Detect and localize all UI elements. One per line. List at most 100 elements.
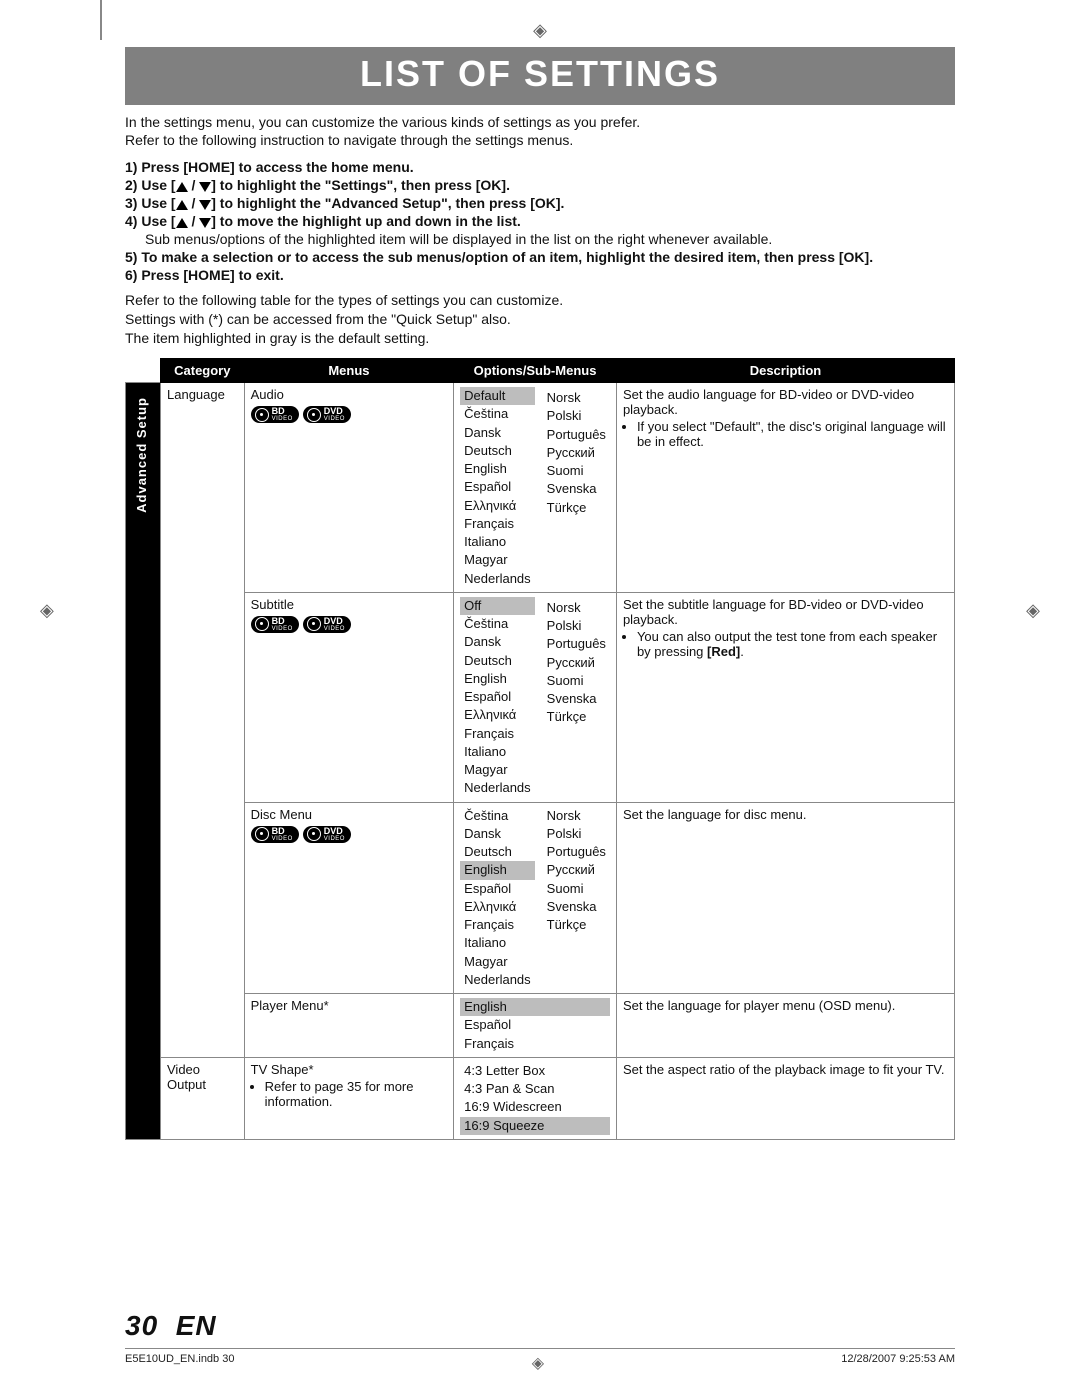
disc-badges: BDVIDEO DVDVIDEO [251,616,448,633]
footer-timestamp: 12/28/2007 9:25:53 AM [841,1353,955,1373]
option-item: Norsk [543,599,610,617]
option-item: Русский [543,444,610,462]
dvd-video-badge: DVDVIDEO [303,616,351,633]
page-number: 30 EN [125,1310,955,1342]
cell-menu: Disc Menu BDVIDEO DVDVIDEO [244,802,454,994]
option-item: 16:9 Squeeze [460,1117,610,1135]
option-item: Deutsch [460,652,535,670]
option-item: Nederlands [460,570,535,588]
option-item: Suomi [543,462,610,480]
option-item: Polski [543,407,610,425]
after-steps: Refer to the following table for the typ… [125,291,955,348]
footer-file: E5E10UD_EN.indb 30 [125,1353,234,1373]
page-title: LIST OF SETTINGS [125,47,955,105]
option-item: Svenska [543,690,610,708]
registration-mark-top: ◈ [0,20,1080,41]
option-item: Čeština [460,807,535,825]
cell-options: 4:3 Letter Box4:3 Pan & Scan16:9 Widescr… [454,1057,617,1139]
option-item: English [460,460,535,478]
registration-mark-right: ◈ [1026,600,1040,621]
option-item: 16:9 Widescreen [460,1098,610,1116]
option-item: Français [460,725,535,743]
cell-menu: Subtitle BDVIDEO DVDVIDEO [244,592,454,802]
cell-options: EnglishEspañolFrançais [454,994,617,1058]
cell-description: Set the language for disc menu. [616,802,954,994]
option-item: Türkçe [543,708,610,726]
option-item: Deutsch [460,843,535,861]
step-4: 4) Use [ / ] to move the highlight up an… [125,213,955,229]
option-item: Dansk [460,424,535,442]
table-row: Player Menu* EnglishEspañolFrançais Set … [126,994,955,1058]
page-footer: 30 EN E5E10UD_EN.indb 30 ◈ 12/28/2007 9:… [125,1310,955,1373]
option-item: 4:3 Pan & Scan [460,1080,610,1098]
option-item: Türkçe [543,499,610,517]
option-item: Čeština [460,615,535,633]
option-item: Italiano [460,743,535,761]
bd-video-badge: BDVIDEO [251,616,299,633]
option-item: Magyar [460,761,535,779]
option-item: Off [460,597,535,615]
cell-description: Set the audio language for BD-video or D… [616,383,954,593]
option-item: Magyar [460,953,535,971]
option-item: Português [543,426,610,444]
option-item: Suomi [543,880,610,898]
cell-description: Set the language for player menu (OSD me… [616,994,954,1058]
col-menus: Menus [244,359,454,383]
option-item: Русский [543,861,610,879]
disc-badges: BDVIDEO DVDVIDEO [251,826,448,843]
option-item: Português [543,843,610,861]
col-options: Options/Sub-Menus [454,359,617,383]
option-item: Español [460,688,535,706]
option-item: Ελληνικά [460,706,535,724]
dvd-video-badge: DVDVIDEO [303,406,351,423]
option-item: Čeština [460,405,535,423]
cell-menu: TV Shape* Refer to page 35 for more info… [244,1057,454,1139]
arrow-up-icon [176,218,188,228]
intro-text: In the settings menu, you can customize … [125,113,955,149]
after-line: The item highlighted in gray is the defa… [125,329,955,348]
option-item: Ελληνικά [460,898,535,916]
after-line: Refer to the following table for the typ… [125,291,955,310]
cell-menu: Player Menu* [244,994,454,1058]
option-item: Suomi [543,672,610,690]
option-item: Magyar [460,551,535,569]
option-item: 4:3 Letter Box [460,1062,610,1080]
option-item: Français [460,1035,610,1053]
instruction-steps: 1) Press [HOME] to access the home menu.… [125,159,955,283]
settings-table: Category Menus Options/Sub-Menus Descrip… [125,358,955,1140]
option-item: Italiano [460,533,535,551]
cell-description: Set the aspect ratio of the playback ima… [616,1057,954,1139]
option-item: Polski [543,825,610,843]
registration-mark-left: ◈ [40,600,54,621]
option-item: Nederlands [460,779,535,797]
option-item: Svenska [543,898,610,916]
table-row: Disc Menu BDVIDEO DVDVIDEO ČeštinaDanskD… [126,802,955,994]
step-1: 1) Press [HOME] to access the home menu. [125,159,955,175]
cell-description: Set the subtitle language for BD-video o… [616,592,954,802]
intro-line: In the settings menu, you can customize … [125,113,955,131]
option-item: Svenska [543,480,610,498]
arrow-down-icon [199,218,211,228]
step-4-sub: Sub menus/options of the highlighted ite… [145,231,955,247]
table-row: Advanced Setup Language Audio BDVIDEO DV… [126,383,955,593]
disc-badges: BDVIDEO DVDVIDEO [251,406,448,423]
option-item: Français [460,515,535,533]
arrow-up-icon [176,200,188,210]
option-item: Norsk [543,389,610,407]
option-item: Polski [543,617,610,635]
cell-category: Video Output [161,1057,245,1139]
arrow-down-icon [199,200,211,210]
option-item: Español [460,478,535,496]
after-line: Settings with (*) can be accessed from t… [125,310,955,329]
option-item: English [460,998,610,1016]
option-item: Nederlands [460,971,535,989]
option-item: Default [460,387,535,405]
cell-options: OffČeštinaDanskDeutschEnglishEspañolΕλλη… [454,592,617,802]
option-item: Dansk [460,633,535,651]
option-item: Dansk [460,825,535,843]
cell-options: ČeštinaDanskDeutschEnglishEspañolΕλληνικ… [454,802,617,994]
step-6: 6) Press [HOME] to exit. [125,267,955,283]
option-item: Español [460,880,535,898]
table-row: Subtitle BDVIDEO DVDVIDEO OffČeštinaDans… [126,592,955,802]
option-item: Português [543,635,610,653]
